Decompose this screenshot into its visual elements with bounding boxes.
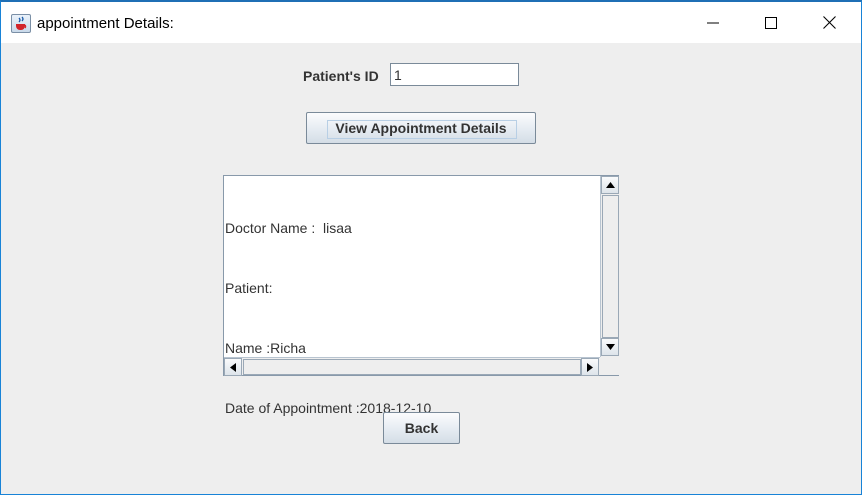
arrow-left-icon xyxy=(230,362,236,372)
arrow-right-icon xyxy=(587,362,593,372)
java-cup-icon[interactable] xyxy=(11,14,31,33)
patient-id-input[interactable] xyxy=(390,63,519,86)
title-bar[interactable]: appointment Details: xyxy=(1,2,861,43)
window-title: appointment Details: xyxy=(37,15,174,32)
close-button[interactable] xyxy=(800,2,858,43)
detail-line: Patient: xyxy=(225,280,273,296)
maximize-icon xyxy=(765,16,777,29)
minimize-icon xyxy=(707,22,719,23)
scroll-left-button[interactable] xyxy=(224,358,242,376)
patient-id-label: Patient's ID xyxy=(303,68,379,84)
back-button[interactable]: Back xyxy=(383,412,460,444)
scroll-down-button[interactable] xyxy=(601,338,619,356)
arrow-down-icon xyxy=(605,344,615,350)
appointment-details-scrollpane[interactable]: Doctor Name : lisaa Patient: Name :Richa… xyxy=(223,175,619,416)
view-appointment-details-button[interactable]: View Appointment Details xyxy=(306,112,536,144)
vertical-scrollbar[interactable] xyxy=(600,176,619,357)
detail-line: Doctor Name : lisaa xyxy=(225,220,352,236)
minimize-button[interactable] xyxy=(684,2,742,43)
horizontal-scroll-thumb[interactable] xyxy=(243,359,581,375)
scroll-right-button[interactable] xyxy=(581,358,599,376)
back-button-label: Back xyxy=(404,420,439,436)
horizontal-scrollbar[interactable] xyxy=(224,357,600,376)
close-icon xyxy=(822,16,836,29)
maximize-button[interactable] xyxy=(742,2,800,43)
arrow-up-icon xyxy=(605,182,615,188)
appointment-details-textarea[interactable]: Doctor Name : lisaa Patient: Name :Richa… xyxy=(224,178,600,416)
view-appointment-details-label: View Appointment Details xyxy=(335,120,507,136)
appointment-details-window: appointment Details: Patient's ID View A… xyxy=(0,0,862,495)
scrollbar-corner xyxy=(600,357,619,375)
scroll-up-button[interactable] xyxy=(601,176,619,194)
detail-line: Name :Richa xyxy=(225,340,306,356)
vertical-scroll-thumb[interactable] xyxy=(602,195,619,338)
